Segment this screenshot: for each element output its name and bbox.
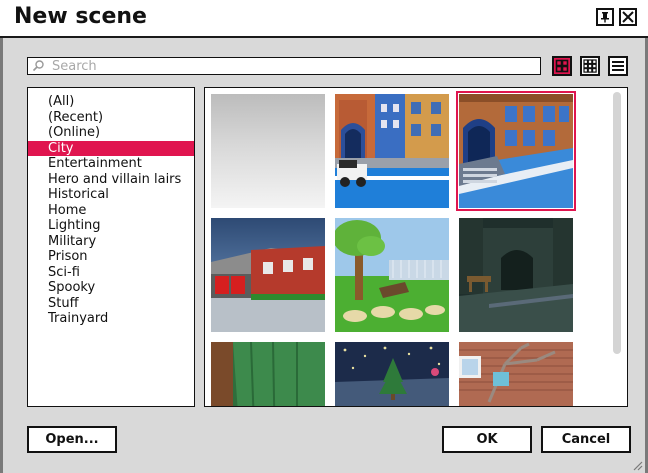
search-icon bbox=[32, 60, 44, 72]
small-grid-view-button[interactable] bbox=[580, 56, 600, 76]
close-icon bbox=[622, 11, 634, 23]
scene-thumbnail-curtain-room[interactable] bbox=[211, 342, 325, 406]
fire-station-scene-image bbox=[211, 218, 325, 332]
small-grid-icon bbox=[583, 59, 597, 73]
large-grid-icon bbox=[555, 59, 569, 73]
title-bar: New scene bbox=[0, 0, 648, 38]
category-item-lighting[interactable]: Lighting bbox=[28, 218, 194, 234]
cancel-button[interactable]: Cancel bbox=[541, 426, 631, 453]
search-input[interactable] bbox=[52, 58, 532, 74]
category-item-stuff[interactable]: Stuff bbox=[28, 296, 194, 312]
blank-scene-image bbox=[211, 94, 325, 208]
scene-thumbnail-night-tree[interactable] bbox=[335, 342, 449, 406]
category-item-recent[interactable]: (Recent) bbox=[28, 110, 194, 126]
open-button[interactable]: Open... bbox=[27, 426, 117, 453]
category-item-online[interactable]: (Online) bbox=[28, 125, 194, 141]
haunted-house-scene-image bbox=[459, 218, 573, 332]
scene-thumbnail-city-street[interactable] bbox=[335, 94, 449, 208]
city-steps-scene-image bbox=[459, 94, 573, 208]
brick-tree-scene-image bbox=[459, 342, 573, 406]
scene-thumbnail-blank[interactable] bbox=[211, 94, 325, 208]
city-street-scene-image bbox=[335, 94, 449, 208]
category-item-all[interactable]: (All) bbox=[28, 94, 194, 110]
ok-button[interactable]: OK bbox=[442, 426, 532, 453]
scene-thumbnail-park[interactable] bbox=[335, 218, 449, 332]
night-tree-scene-image bbox=[335, 342, 449, 406]
park-scene-image bbox=[335, 218, 449, 332]
category-item-historical[interactable]: Historical bbox=[28, 187, 194, 203]
search-box[interactable] bbox=[27, 57, 541, 75]
category-item-military[interactable]: Military bbox=[28, 234, 194, 250]
scene-thumbnail-city-steps[interactable] bbox=[456, 91, 576, 211]
thumbnail-scrollbar[interactable] bbox=[613, 92, 621, 354]
pin-button[interactable] bbox=[596, 8, 614, 26]
large-grid-view-button[interactable] bbox=[552, 56, 572, 76]
category-list: (All) (Recent) (Online) City Entertainme… bbox=[27, 87, 195, 407]
scene-thumbnail-haunted-house[interactable] bbox=[459, 218, 573, 332]
list-view-icon bbox=[612, 61, 624, 71]
dialog-body: (All) (Recent) (Online) City Entertainme… bbox=[0, 38, 648, 473]
category-item-home[interactable]: Home bbox=[28, 203, 194, 219]
category-item-trainyard[interactable]: Trainyard bbox=[28, 311, 194, 327]
close-button[interactable] bbox=[619, 8, 637, 26]
new-scene-dialog: New scene Search (All) (Recent) (Online)… bbox=[0, 0, 648, 473]
category-item-city[interactable]: City bbox=[28, 140, 194, 156]
list-view-button[interactable] bbox=[608, 56, 628, 76]
scene-thumbnail-grid bbox=[204, 87, 628, 407]
resize-grip-icon[interactable] bbox=[631, 459, 643, 471]
pin-icon bbox=[601, 12, 609, 23]
curtain-room-scene-image bbox=[211, 342, 325, 406]
dialog-title: New scene bbox=[14, 4, 147, 29]
scene-thumbnail-brick-tree[interactable] bbox=[459, 342, 573, 406]
scene-thumbnail-fire-station[interactable] bbox=[211, 218, 325, 332]
category-item-hero-and-villain-lairs[interactable]: Hero and villain lairs bbox=[28, 172, 194, 188]
category-item-prison[interactable]: Prison bbox=[28, 249, 194, 265]
category-item-spooky[interactable]: Spooky bbox=[28, 280, 194, 296]
category-item-entertainment[interactable]: Entertainment bbox=[28, 156, 194, 172]
category-item-sci-fi[interactable]: Sci-fi bbox=[28, 265, 194, 281]
